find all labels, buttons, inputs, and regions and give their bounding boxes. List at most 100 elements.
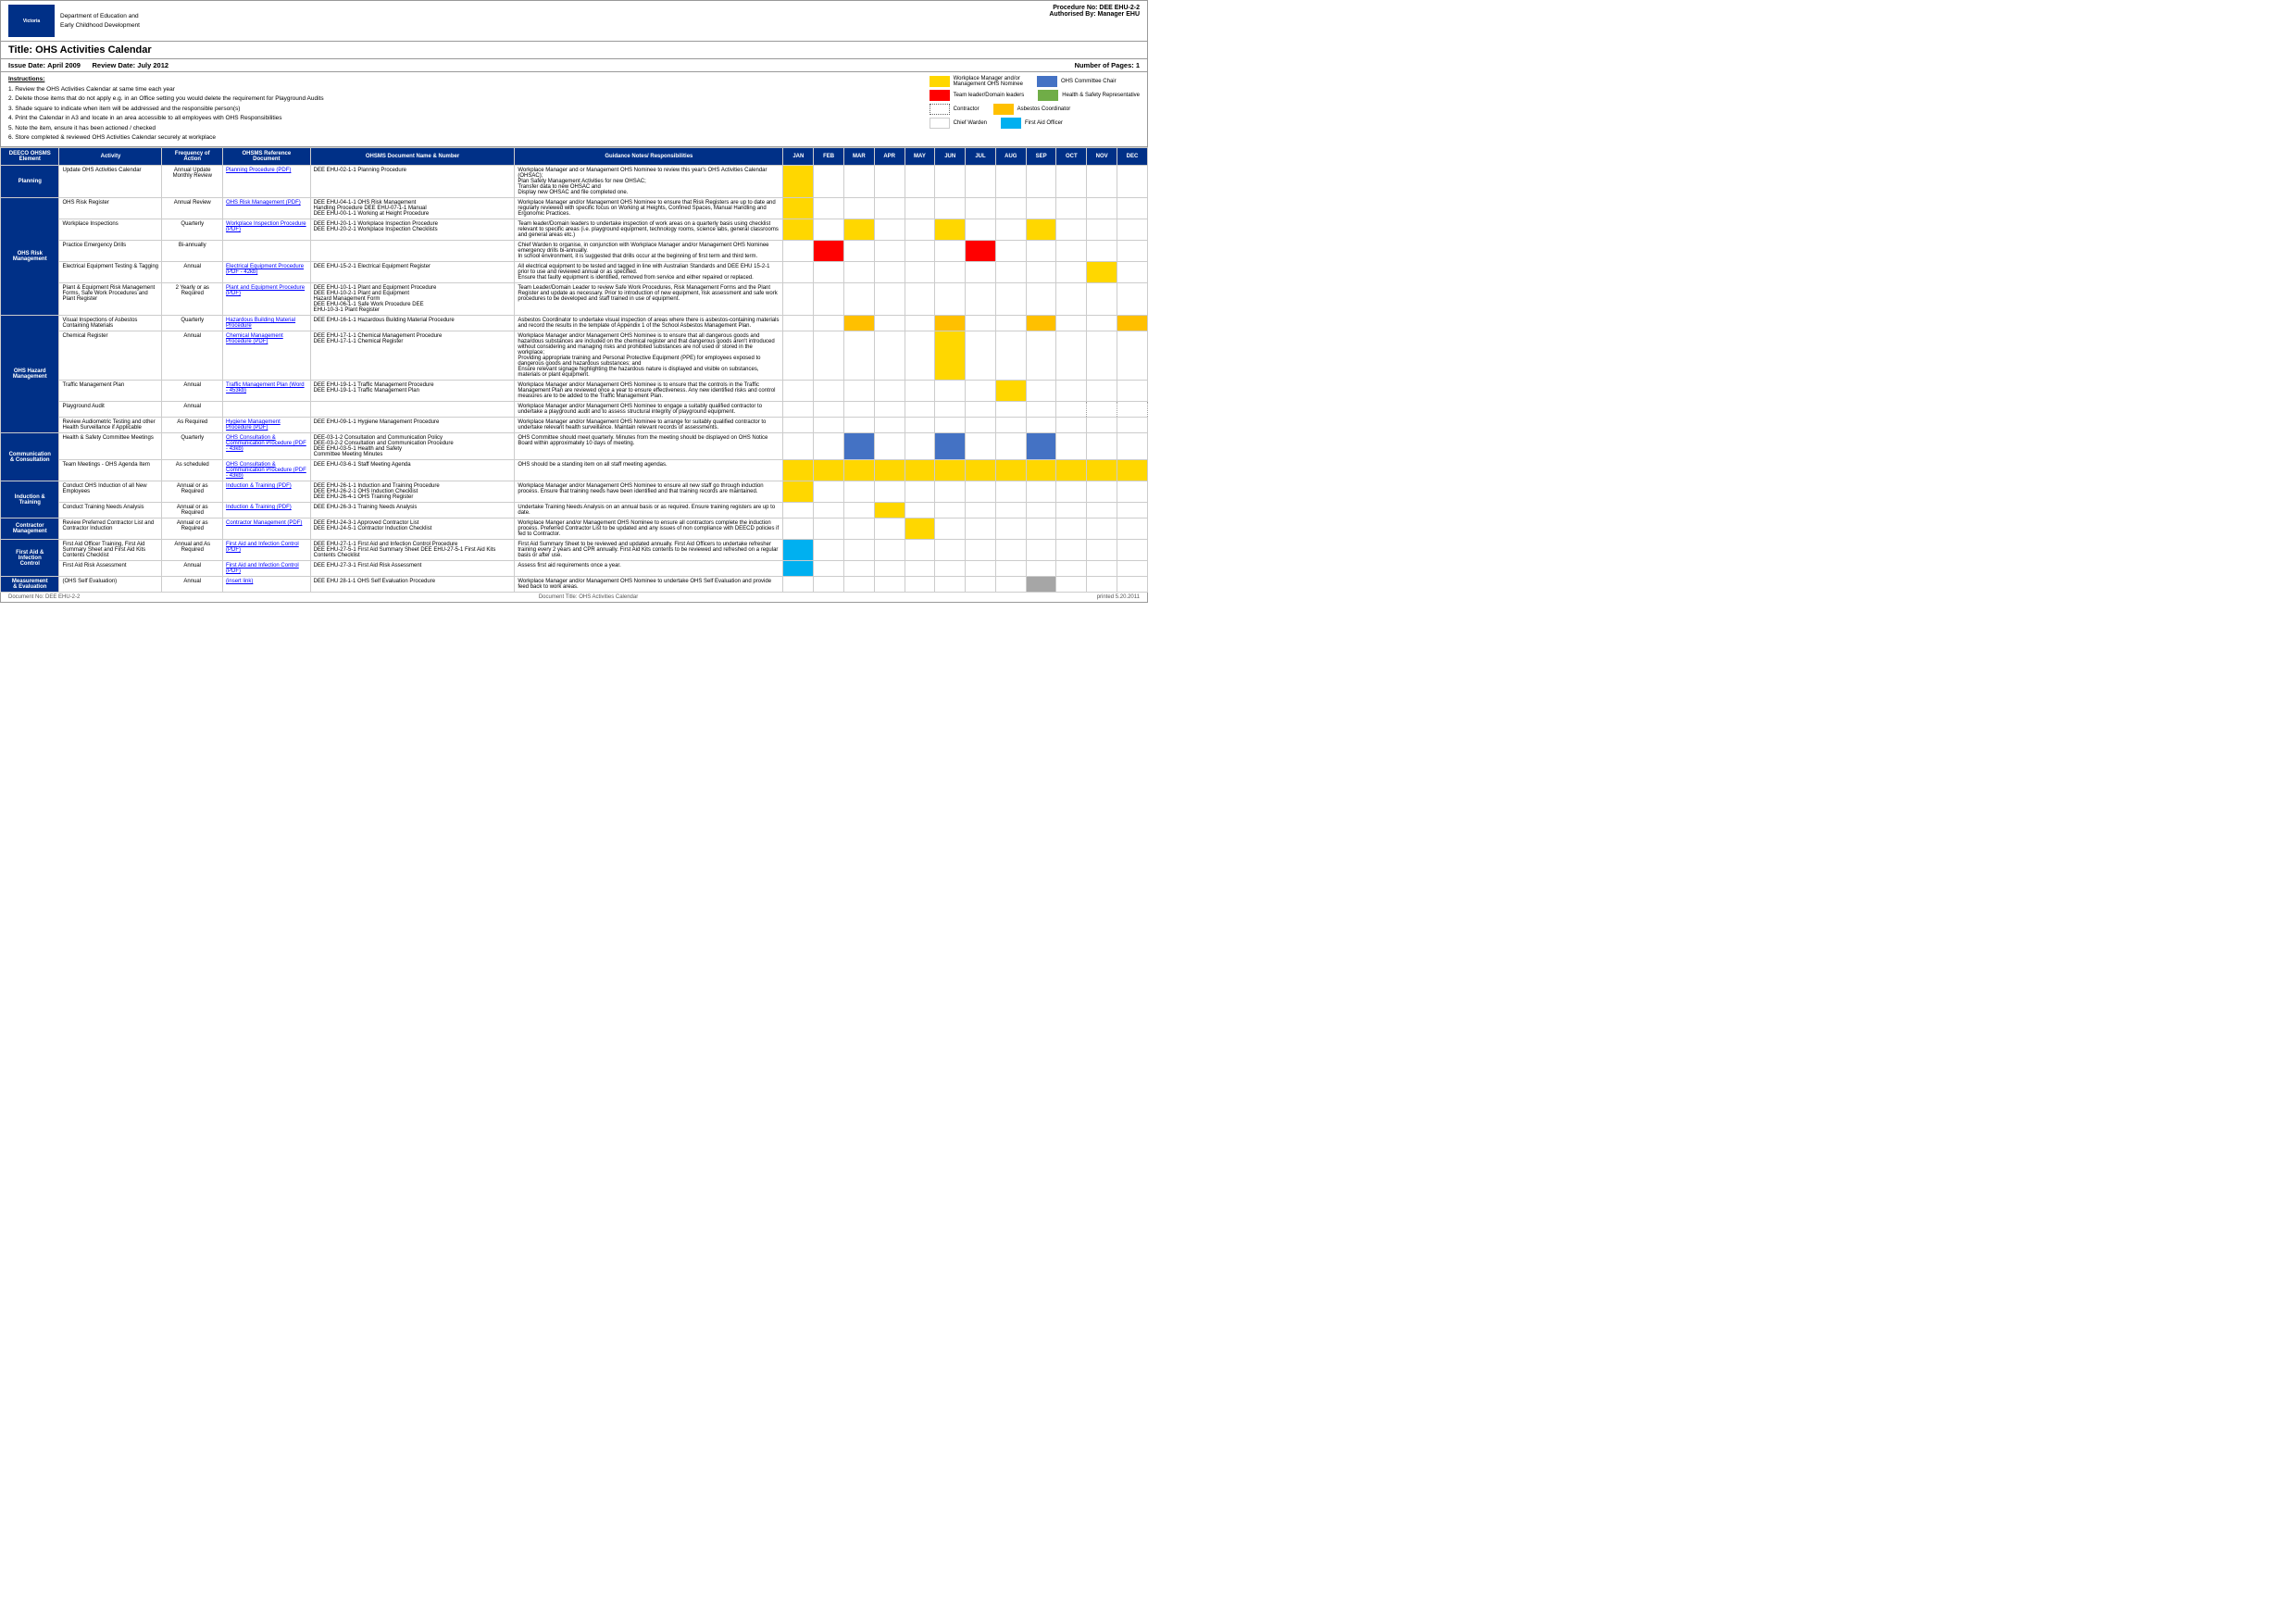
month-cell (1117, 316, 1148, 331)
ref-cell[interactable]: Traffic Management Plan (Word - 453kb) (223, 381, 311, 402)
month-cell (1026, 402, 1056, 418)
docs-cell: DEE EHU-10-1-1 Plant and Equipment Proce… (310, 283, 515, 316)
table-row: OHS Hazard ManagementVisual Inspections … (1, 316, 1148, 331)
month-cell (874, 331, 905, 381)
month-cell (844, 166, 875, 198)
header-feb: FEB (814, 148, 844, 166)
ref-cell[interactable]: Hygiene Management Procedure (PDF) (223, 418, 311, 433)
legend-label-2: OHS Committee Chair (1061, 79, 1117, 84)
month-cell (1087, 331, 1117, 381)
frequency-cell: As Required (162, 418, 223, 433)
month-cell (783, 460, 814, 481)
month-cell (874, 518, 905, 540)
month-cell (1056, 503, 1087, 518)
month-cell (783, 433, 814, 460)
ref-cell[interactable]: OHS Risk Management (PDF) (223, 198, 311, 219)
month-cell (995, 433, 1026, 460)
element-cell: Communication & Consultation (1, 433, 59, 481)
month-cell (935, 481, 966, 503)
month-cell (905, 460, 935, 481)
docs-cell (310, 402, 515, 418)
month-cell (874, 503, 905, 518)
month-cell (844, 518, 875, 540)
ref-cell[interactable]: Chemical Management Procedure (PDF) (223, 331, 311, 381)
guidance-cell: All electrical equipment to be tested an… (515, 262, 783, 283)
ref-cell[interactable]: First Aid and Infection Control (PDF) (223, 561, 311, 577)
legend-label-3: Team leader/Domain leaders (954, 93, 1025, 98)
guidance-cell: Workplace Manger and/or Management OHS N… (515, 518, 783, 540)
month-cell (966, 198, 996, 219)
month-cell (1056, 433, 1087, 460)
month-cell (905, 316, 935, 331)
ref-cell[interactable]: Planning Procedure (PDF) (223, 166, 311, 198)
activity-cell: Team Meetings - OHS Agenda Item (59, 460, 162, 481)
ref-cell[interactable]: Workplace Inspection Procedure (PDF) (223, 219, 311, 241)
month-cell (1117, 262, 1148, 283)
month-cell (966, 283, 996, 316)
docs-cell: DEE EHU-15-2-1 Electrical Equipment Regi… (310, 262, 515, 283)
ref-cell[interactable] (223, 241, 311, 262)
month-cell (1026, 166, 1056, 198)
month-cell (814, 381, 844, 402)
month-cell (905, 166, 935, 198)
month-cell (995, 418, 1026, 433)
activity-cell: Health & Safety Committee Meetings (59, 433, 162, 460)
month-cell (935, 316, 966, 331)
month-cell (995, 561, 1026, 577)
month-cell (814, 481, 844, 503)
guidance-cell: Chief Warden to organise, in conjunction… (515, 241, 783, 262)
ref-cell[interactable]: Induction & Training (PDF) (223, 503, 311, 518)
month-cell (1117, 331, 1148, 381)
month-cell (814, 283, 844, 316)
month-cell (1026, 316, 1056, 331)
month-cell (1087, 433, 1117, 460)
month-cell (844, 219, 875, 241)
docs-cell: DEE EHU-26-1-1 Induction and Training Pr… (310, 481, 515, 503)
month-cell (995, 198, 1026, 219)
month-cell (1087, 561, 1117, 577)
month-cell (995, 241, 1026, 262)
month-cell (935, 518, 966, 540)
table-row: PlanningUpdate OHS Activities CalendarAn… (1, 166, 1148, 198)
ref-cell[interactable]: (insert link) (223, 577, 311, 593)
month-cell (966, 503, 996, 518)
month-cell (844, 561, 875, 577)
month-cell (783, 561, 814, 577)
month-cell (844, 262, 875, 283)
month-cell (935, 241, 966, 262)
element-cell: OHS Risk Management (1, 198, 59, 316)
month-cell (905, 381, 935, 402)
frequency-cell: Annual or as Required (162, 503, 223, 518)
ref-cell[interactable]: Electrical Equipment Procedure (PDF - 42… (223, 262, 311, 283)
month-cell (966, 316, 996, 331)
header-mar: MAR (844, 148, 875, 166)
header-element: DEECO OHSMSElement (1, 148, 59, 166)
table-row: Contractor ManagementReview Preferred Co… (1, 518, 1148, 540)
ref-cell[interactable]: Plant and Equipment Procedure (PDF) (223, 283, 311, 316)
docs-cell: DEE EHU-27-1-1 First Aid and Infection C… (310, 540, 515, 561)
month-cell (844, 460, 875, 481)
ref-cell[interactable]: OHS Consultation & Communication Procedu… (223, 433, 311, 460)
ref-cell[interactable] (223, 402, 311, 418)
ref-cell[interactable]: Contractor Management (PDF) (223, 518, 311, 540)
month-cell (814, 561, 844, 577)
ref-cell[interactable]: First Aid and Infection Control (PDF) (223, 540, 311, 561)
table-row: Plant & Equipment Risk Management Forms,… (1, 283, 1148, 316)
month-cell (1087, 540, 1117, 561)
month-cell (783, 540, 814, 561)
guidance-cell: Team leader/Domain leaders to undertake … (515, 219, 783, 241)
month-cell (814, 241, 844, 262)
month-cell (1087, 283, 1117, 316)
month-cell (1056, 577, 1087, 593)
month-cell (995, 283, 1026, 316)
ref-cell[interactable]: Induction & Training (PDF) (223, 481, 311, 503)
ref-cell[interactable]: OHS Consultation & Communication Procedu… (223, 460, 311, 481)
month-cell (1026, 540, 1056, 561)
guidance-cell: Workplace Manager and/or Management OHS … (515, 418, 783, 433)
month-cell (905, 418, 935, 433)
docs-cell: DEE EHU-03-6-1 Staff Meeting Agenda (310, 460, 515, 481)
month-cell (783, 577, 814, 593)
month-cell (1117, 433, 1148, 460)
month-cell (1087, 381, 1117, 402)
ref-cell[interactable]: Hazardous Building Material Procedure (223, 316, 311, 331)
